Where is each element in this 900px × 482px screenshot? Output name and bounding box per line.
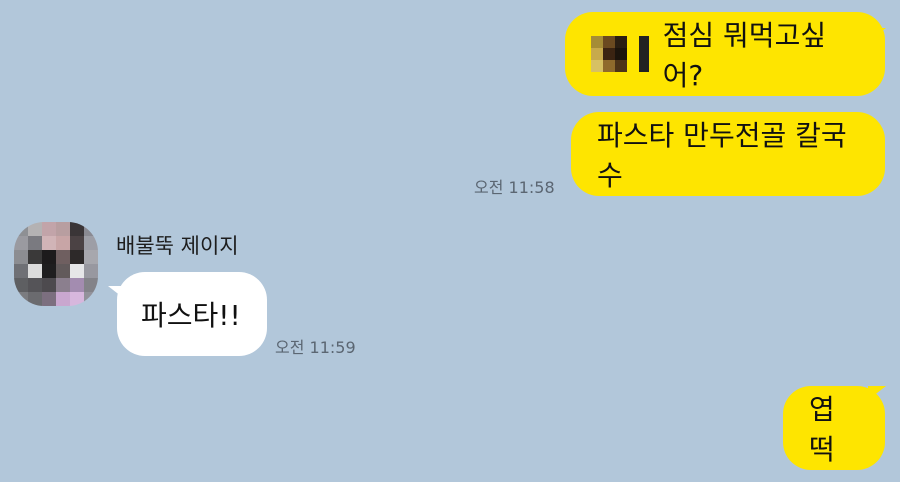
bubble-tail (868, 28, 886, 42)
my-message-bubble[interactable]: 파스타 만두전골 칼국수 (571, 112, 885, 196)
bubble-tail (868, 386, 886, 400)
message-timestamp: 오전 11:58 (474, 178, 555, 197)
censored-bar-icon (639, 36, 649, 72)
avatar[interactable] (14, 222, 98, 306)
censored-mosaic-icon (591, 36, 627, 72)
message-timestamp: 오전 11:59 (275, 338, 356, 357)
message-text: 파스타 만두전골 칼국수 (597, 119, 847, 192)
their-message-bubble[interactable]: 파스타!! (117, 272, 267, 356)
sender-name: 배불뚝 제이지 (116, 234, 239, 258)
message-text: 파스타!! (141, 299, 241, 332)
message-text: 점심 뭐먹고싶어? (662, 19, 827, 92)
my-message-bubble[interactable]: 점심 뭐먹고싶어? (565, 12, 885, 96)
message-text: 엽떡 (809, 393, 835, 466)
